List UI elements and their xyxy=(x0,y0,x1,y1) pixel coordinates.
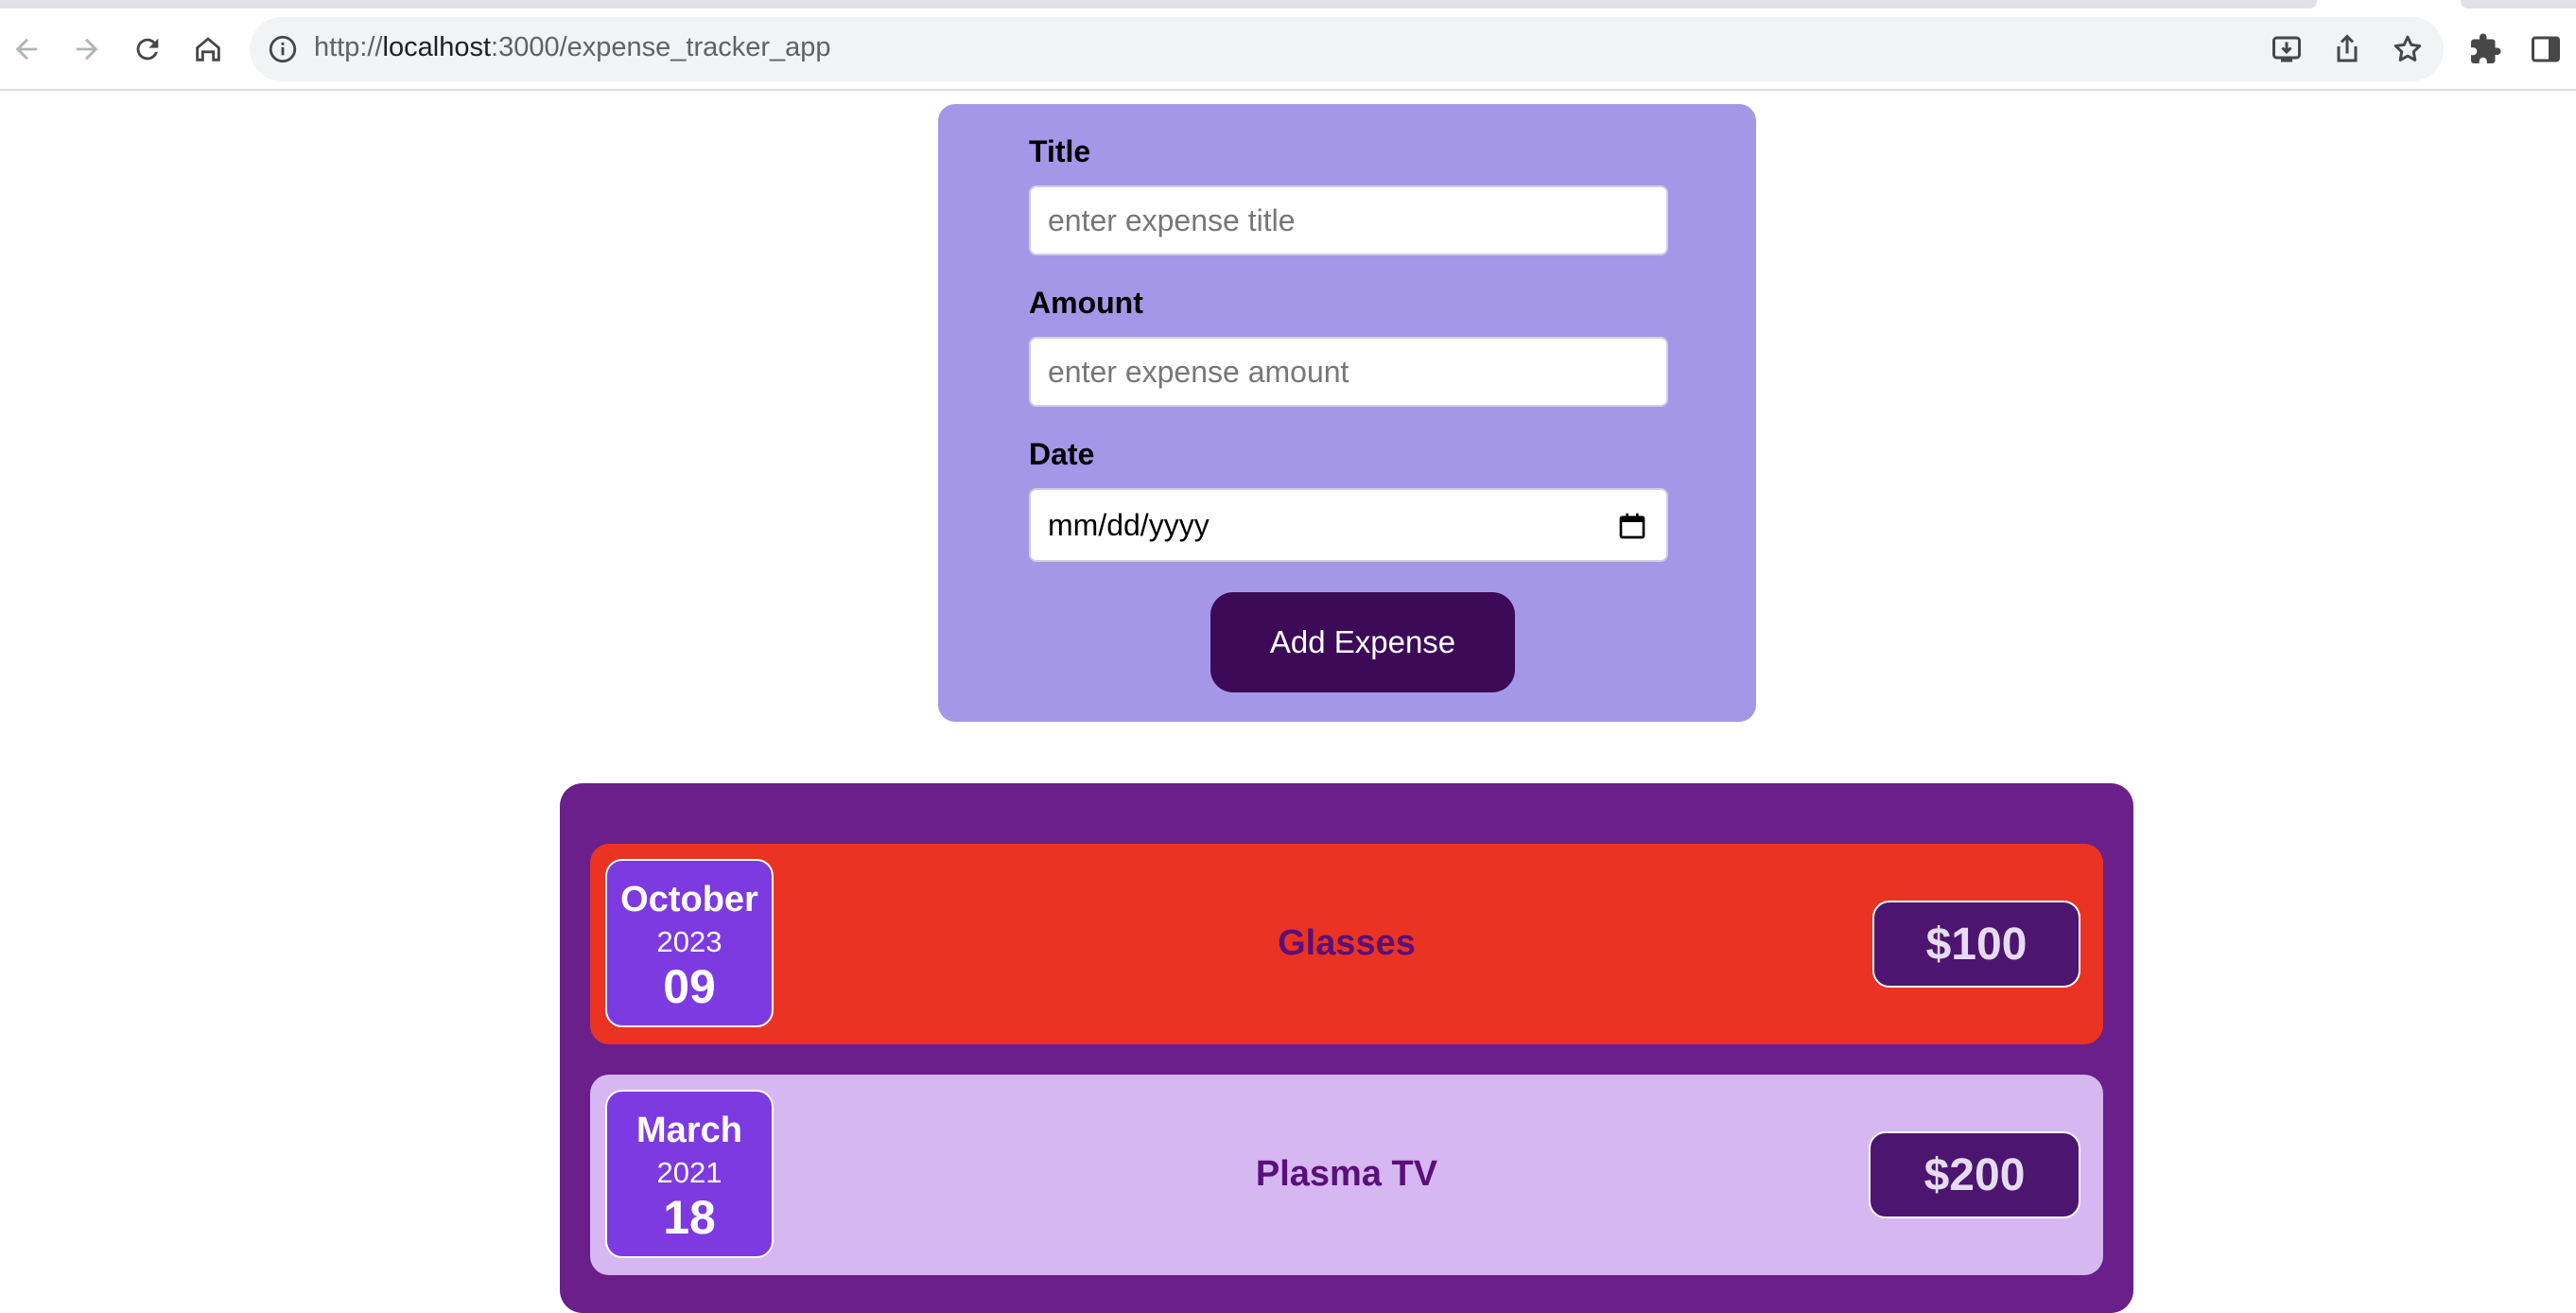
extensions-icon[interactable] xyxy=(2468,32,2502,66)
address-bar[interactable]: http://localhost:3000/expense_tracker_ap… xyxy=(250,17,2444,81)
address-url[interactable]: http://localhost:3000/expense_tracker_ap… xyxy=(314,32,831,63)
date-input[interactable]: mm/dd/yyyy xyxy=(1029,488,1668,562)
expense-amount: $100 xyxy=(1872,901,2080,988)
side-panel-icon[interactable] xyxy=(2529,32,2563,66)
share-icon[interactable] xyxy=(2330,32,2364,66)
expense-item[interactable]: March 2021 18 Plasma TV $200 xyxy=(590,1075,2103,1275)
add-expense-button[interactable]: Add Expense xyxy=(1210,592,1515,692)
url-scheme: http:// xyxy=(314,32,383,62)
tab-strip-end xyxy=(2461,0,2576,9)
url-host: localhost xyxy=(382,32,492,62)
expense-list: October 2023 09 Glasses $100 March 2021 … xyxy=(560,783,2133,1313)
date-input-value: mm/dd/yyyy xyxy=(1048,507,1210,542)
forward-icon[interactable] xyxy=(66,28,108,70)
title-label: Title xyxy=(1029,134,1091,168)
info-icon[interactable] xyxy=(267,33,299,65)
tab-strip xyxy=(0,0,2317,9)
expense-amount: $200 xyxy=(1869,1131,2080,1218)
calendar-icon[interactable] xyxy=(1617,511,1647,541)
expense-day: 09 xyxy=(663,960,716,1013)
amount-label: Amount xyxy=(1029,286,1143,320)
date-label: Date xyxy=(1029,437,1095,471)
home-icon[interactable] xyxy=(187,28,229,70)
bookmark-star-icon[interactable] xyxy=(2391,32,2425,66)
title-input[interactable]: enter expense title xyxy=(1029,185,1668,255)
expense-item[interactable]: October 2023 09 Glasses $100 xyxy=(590,844,2103,1044)
amount-input[interactable]: enter expense amount xyxy=(1029,337,1668,407)
browser-toolbar: http://localhost:3000/expense_tracker_ap… xyxy=(0,0,2576,91)
reload-icon[interactable] xyxy=(127,28,168,70)
url-path: :3000/expense_tracker_app xyxy=(491,32,831,62)
back-icon[interactable] xyxy=(6,28,47,70)
expense-form: Title enter expense title Amount enter e… xyxy=(938,104,1756,722)
expense-month: October xyxy=(620,880,758,919)
install-icon[interactable] xyxy=(2270,32,2304,66)
expense-month: March xyxy=(636,1111,742,1150)
expense-day: 18 xyxy=(663,1191,716,1244)
